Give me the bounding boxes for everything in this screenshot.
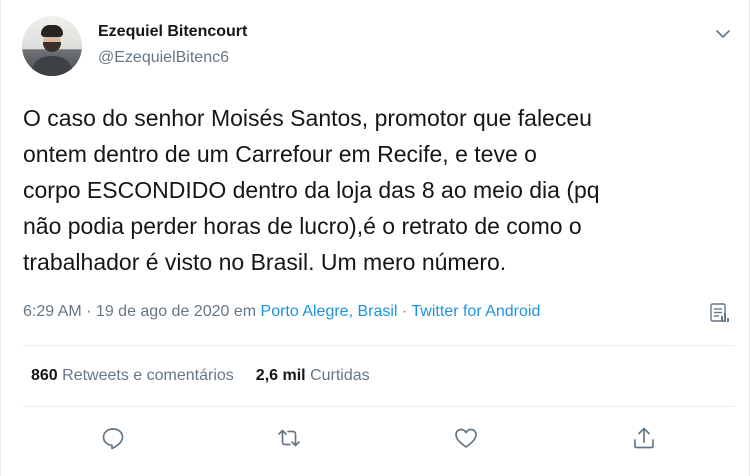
share-icon[interactable] — [631, 425, 657, 451]
retweet-icon[interactable] — [276, 425, 302, 451]
analytics-icon[interactable] — [708, 301, 730, 325]
likes-count: 2,6 mil — [255, 367, 306, 384]
tweet-text: O caso do senhor Moisés Santos, promotor… — [23, 105, 600, 275]
reply-icon[interactable] — [100, 425, 126, 451]
divider — [23, 345, 735, 346]
tweet-meta: 6:29 AM · 19 de ago de 2020 em Porto Ale… — [23, 303, 540, 321]
location-link[interactable]: Porto Alegre, Brasil — [261, 303, 398, 320]
heart-icon[interactable] — [453, 425, 479, 451]
avatar[interactable] — [22, 16, 82, 76]
avatar-beard — [43, 42, 61, 52]
avatar-shirt — [30, 56, 74, 76]
meta-separator: · — [397, 303, 412, 320]
retweets-label: Retweets e comentários — [62, 367, 234, 384]
likes-stat[interactable]: 2,6 mil Curtidas — [256, 367, 370, 384]
meta-in: em — [229, 303, 261, 320]
meta-separator: · — [81, 303, 96, 320]
tweet-card: Ezequiel Bitencourt @EzequielBitenc6 O c… — [0, 0, 750, 476]
author-name[interactable]: Ezequiel Bitencourt — [98, 23, 247, 41]
tweet-time[interactable]: 6:29 AM — [23, 303, 82, 320]
author-handle[interactable]: @EzequielBitenc6 — [98, 49, 229, 67]
source-link[interactable]: Twitter for Android — [411, 303, 540, 320]
avatar-hair — [41, 25, 63, 37]
likes-label: Curtidas — [310, 367, 370, 384]
chevron-down-icon[interactable] — [713, 24, 733, 44]
retweets-count: 860 — [31, 367, 58, 384]
divider — [23, 406, 735, 407]
tweet-stats: 860 Retweets e comentários 2,6 mil Curtid… — [31, 367, 370, 385]
tweet-date[interactable]: 19 de ago de 2020 — [96, 303, 229, 320]
retweets-stat[interactable]: 860 Retweets e comentários — [31, 367, 234, 384]
